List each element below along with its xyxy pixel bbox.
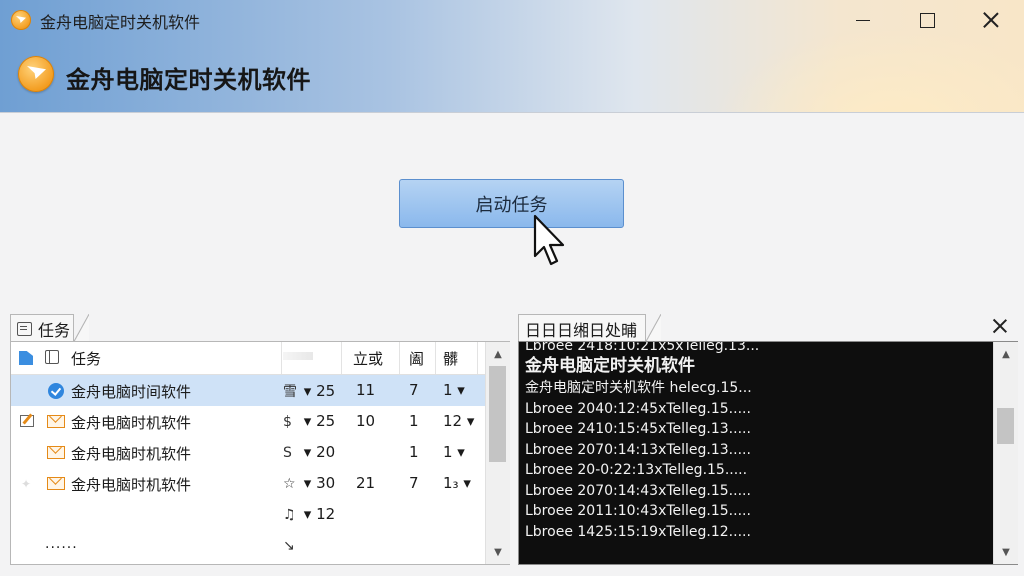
task-name: 金舟电脑时间软件: [71, 383, 192, 401]
task-col2: 10: [356, 412, 376, 430]
task-schedule[interactable]: S ▾ 20: [283, 443, 335, 461]
table-row[interactable]: 金舟电脑时机软件 S ▾ 20 1 1 ▾: [11, 437, 487, 468]
task-col2: 21: [356, 474, 376, 492]
maximize-icon: [919, 12, 935, 28]
minimize-icon: [856, 19, 870, 21]
column-header-schedule[interactable]: [283, 352, 313, 360]
tasks-table-header: 任务 立或 阖 髒: [11, 342, 487, 375]
log-line: Lbroee 2011:10:43xTelleg.15.....: [525, 503, 751, 519]
schedule-icon: ↘: [283, 538, 295, 554]
table-row[interactable]: ♫ ▾ 12: [11, 499, 487, 530]
schedule-icon: ♫: [283, 507, 296, 523]
app-logo-large-icon: [18, 56, 54, 92]
table-row[interactable]: 金舟电脑时间软件 雪 ▾ 25 11 7 1 ▾: [11, 375, 487, 406]
sparkle-icon: ✦: [21, 477, 32, 491]
task-name: 金舟电脑时机软件: [71, 445, 192, 463]
more-items-ellipsis: ......: [45, 536, 78, 552]
minimize-button[interactable]: [840, 4, 886, 36]
table-row[interactable]: ...... ↘: [11, 530, 487, 561]
log-close-icon[interactable]: [990, 316, 1010, 336]
log-scrollbar[interactable]: ▲ ▼: [993, 342, 1018, 564]
log-line: Lbroee 2070:14:43xTelleg.15.....: [525, 482, 751, 499]
column-header-col4[interactable]: 髒: [443, 348, 458, 369]
task-name: 金舟电脑时机软件: [71, 476, 192, 494]
task-schedule[interactable]: ☆ ▾ 30: [283, 474, 335, 492]
log-line: Lbroee 20-0:22:13xTelleg.15.....: [525, 462, 748, 478]
log-line: 金舟电脑定时关机软件: [525, 356, 695, 376]
schedule-value: ▾ 30: [303, 474, 336, 492]
tasks-tab-label: 任务: [38, 320, 71, 340]
scroll-up-icon[interactable]: ▲: [994, 344, 1018, 364]
task-schedule[interactable]: ↘: [283, 536, 299, 554]
check-icon: [48, 383, 64, 399]
task-col3: 1: [409, 412, 419, 430]
task-col4-dropdown[interactable]: 12 ▾: [443, 412, 474, 430]
scroll-down-icon[interactable]: ▼: [994, 542, 1018, 562]
scroll-down-icon[interactable]: ▼: [486, 542, 510, 562]
maximize-button[interactable]: [904, 4, 950, 36]
log-line: Lbroee 2418:10:21x5xTelleg.13...: [525, 342, 760, 354]
scroll-thumb[interactable]: [997, 408, 1014, 444]
log-line: Lbroee 2070:14:13xTelleg.13.....: [525, 441, 751, 458]
log-line: Lbroee 2410:15:45xTelleg.13.....: [525, 421, 751, 437]
log-line: 金舟电脑定时关机软件 helecg.15...: [525, 380, 752, 396]
schedule-value: ▾ 25: [303, 412, 336, 430]
schedule-value: ▾ 20: [303, 443, 336, 461]
task-schedule[interactable]: $ ▾ 25: [283, 412, 335, 430]
app-window: 金舟电脑定时关机软件 金舟电脑定时关机软件 启动任务 任务 任务 立或 阖 髒: [0, 0, 1024, 576]
close-icon: [983, 12, 999, 28]
app-header-title: 金舟电脑定时关机软件: [66, 66, 311, 94]
tasks-scrollbar[interactable]: ▲ ▼: [485, 342, 510, 564]
log-output: Lbroee 2418:10:21x5xTelleg.13... 金舟电脑定时关…: [525, 342, 985, 542]
schedule-icon: 雪: [283, 384, 297, 400]
task-col4-dropdown[interactable]: 1 ▾: [443, 381, 465, 399]
task-name: 金舟电脑时机软件: [71, 414, 192, 432]
column-header-col3[interactable]: 阖: [409, 348, 424, 369]
log-tab-label: 日日日缃日处晡: [525, 320, 638, 340]
columns-icon[interactable]: [45, 350, 59, 364]
tasks-panel: 任务 立或 阖 髒 金舟电脑时间软件 雪 ▾ 25 11 7 1 ▾ 金舟电脑时…: [10, 341, 510, 565]
task-col4-dropdown[interactable]: 1₃ ▾: [443, 474, 471, 492]
folder-icon: [19, 351, 33, 365]
schedule-icon: ☆: [283, 476, 296, 492]
close-button[interactable]: [968, 4, 1014, 36]
mail-icon: [47, 415, 65, 428]
header-banner: 金舟电脑定时关机软件 金舟电脑定时关机软件: [0, 0, 1024, 113]
task-col2: 11: [356, 381, 376, 399]
scroll-up-icon[interactable]: ▲: [486, 344, 510, 364]
log-panel: Lbroee 2418:10:21x5xTelleg.13... 金舟电脑定时关…: [518, 341, 1018, 565]
app-logo-icon: [11, 10, 31, 30]
task-col3: 1: [409, 443, 419, 461]
edit-icon[interactable]: [20, 415, 34, 427]
table-row[interactable]: ✦ 金舟电脑时机软件 ☆ ▾ 30 21 7 1₃ ▾: [11, 468, 487, 499]
mouse-cursor-icon: [533, 214, 565, 266]
mail-icon: [47, 446, 65, 459]
window-title: 金舟电脑定时关机软件: [40, 13, 201, 32]
log-panel-tab[interactable]: 日日日缃日处晡: [518, 314, 661, 343]
column-header-name[interactable]: 任务: [71, 348, 101, 369]
schedule-value: ▾ 25: [303, 382, 336, 400]
scroll-thumb[interactable]: [489, 366, 506, 462]
column-header-col2[interactable]: 立或: [353, 348, 383, 369]
task-col3: 7: [409, 474, 419, 492]
task-col4-dropdown[interactable]: 1 ▾: [443, 443, 465, 461]
tasks-panel-tab[interactable]: 任务: [10, 314, 89, 343]
task-schedule[interactable]: 雪 ▾ 25: [283, 381, 335, 401]
list-icon: [17, 321, 32, 336]
schedule-icon: S: [283, 445, 292, 461]
title-bar[interactable]: 金舟电脑定时关机软件: [0, 0, 1024, 40]
schedule-icon: $: [283, 414, 292, 430]
log-line: Lbroee 1425:15:19xTelleg.12.....: [525, 523, 751, 540]
log-line: Lbroee 2040:12:45xTelleg.15.....: [525, 400, 751, 417]
schedule-value: ▾ 12: [303, 505, 336, 523]
table-row[interactable]: 金舟电脑时机软件 $ ▾ 25 10 1 12 ▾: [11, 406, 487, 437]
task-schedule[interactable]: ♫ ▾ 12: [283, 505, 335, 523]
start-task-button[interactable]: 启动任务: [399, 179, 624, 228]
mail-icon: [47, 477, 65, 490]
task-col3: 7: [409, 381, 419, 399]
